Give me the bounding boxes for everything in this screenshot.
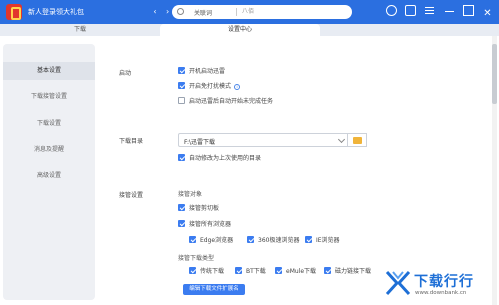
window-controls: ✕ [380,5,493,19]
chevron-down-icon[interactable] [337,135,346,144]
startup-section-label: 启动 [119,70,132,77]
search-divider [236,8,237,16]
browser-option-edge[interactable]: Edge浏览器 [189,236,233,246]
ie-label: IE浏览器 [316,237,340,244]
close-icon[interactable]: ✕ [482,9,493,20]
scrollbar-thumb[interactable] [492,44,497,104]
search-icon[interactable] [177,8,184,15]
browser-360-label: 360极速浏览器 [258,237,300,244]
download-path-select[interactable]: F:\迅雷下载 [178,133,350,147]
checkbox-ie[interactable] [305,236,312,243]
checkbox-magnet[interactable] [324,267,331,274]
type-option-magnet[interactable]: 磁力链接下载 [324,267,371,277]
startup-option-autostart[interactable]: 开机启动迅雷 [178,67,225,77]
browser-option-ie[interactable]: IE浏览器 [305,236,340,246]
checkbox-traditional[interactable] [189,267,196,274]
takeover-clipboard-option[interactable]: 接管剪切板 [178,204,219,214]
startup-option-dnd[interactable]: 开启免打扰模式 i [178,82,241,92]
nav-buttons: ‹ › [150,7,173,16]
type-option-bt[interactable]: BT下载 [235,267,266,277]
browser-option-360[interactable]: 360极速浏览器 [247,236,299,246]
checkbox-autostart[interactable] [178,67,185,74]
resume-label: 启动迅雷后自动开始未完成任务 [189,98,274,105]
watermark-title: 下载行行 [414,274,474,290]
auto-modify-dir-label: 自动修改为上次使用的目录 [189,155,262,162]
sidebar-item-notifications[interactable]: 消息及提醒 [3,141,95,159]
tab-settings-center[interactable]: 设置中心 [160,24,320,36]
bt-label: BT下载 [246,268,266,275]
takeover-all-browsers-option[interactable]: 接管所有浏览器 [178,220,231,230]
settings-sidebar: 基本设置 下载接管设置 下载设置 消息及提醒 高级设置 [3,44,95,300]
autostart-label: 开机启动迅雷 [189,68,226,75]
title-bar: 新人登录领大礼包 ‹ › 关联词 ✕ [0,0,499,24]
search-input[interactable] [242,7,342,17]
menu-icon[interactable] [424,5,435,16]
checkbox-clipboard[interactable] [178,204,185,211]
takeover-section-label: 接管设置 [119,192,144,199]
sidebar-item-basic-settings[interactable]: 基本设置 [3,62,95,80]
auto-modify-dir-option[interactable]: 自动修改为上次使用的目录 [178,154,261,164]
user-icon[interactable] [385,5,397,16]
watermark-url: www.downbank.cn [415,290,467,296]
takeover-types-heading: 接管下载类型 [178,255,215,262]
sidebar-item-advanced-settings[interactable]: 高级设置 [3,167,95,185]
app-logo-icon[interactable] [6,4,22,20]
download-dir-section-label: 下载目录 [119,138,144,145]
edge-label: Edge浏览器 [200,237,234,244]
checkbox-360[interactable] [247,236,254,243]
startup-option-resume[interactable]: 启动迅雷后自动开始未完成任务 [178,97,273,107]
search-box[interactable]: 关联词 [172,5,352,19]
tab-bar: 下载 设置中心 [0,24,499,36]
info-icon[interactable]: i [234,84,241,90]
type-option-traditional[interactable]: 传统下载 [189,267,224,277]
box-icon[interactable] [405,5,417,16]
download-path-value: F:\迅雷下载 [184,139,216,146]
dnd-label: 开启免打扰模式 [189,83,232,90]
clipboard-label: 接管剪切板 [189,205,220,212]
promo-title[interactable]: 新人登录领大礼包 [28,7,84,17]
traditional-label: 传统下载 [200,268,225,275]
watermark-logo-icon [385,270,411,296]
checkbox-edge[interactable] [189,236,196,243]
folder-icon [353,137,362,144]
settings-content: 启动 开机启动迅雷 开启免打扰模式 i 启动迅雷后自动开始未完成任务 下载目录 F… [95,36,490,305]
site-watermark: 下载行行 www.downbank.cn [384,267,499,305]
content-scrollbar[interactable] [492,36,497,305]
checkbox-bt[interactable] [235,267,242,274]
minimize-icon[interactable] [444,5,455,16]
checkbox-auto-modify-dir[interactable] [178,154,185,161]
maximize-icon[interactable] [462,5,474,16]
takeover-objects-heading: 接管对象 [178,191,203,198]
magnet-label: 磁力链接下载 [335,268,372,275]
edit-extensions-button[interactable]: 编辑下载文件扩展名 [183,284,245,295]
type-option-emule[interactable]: eMule下载 [275,267,316,277]
back-arrow-icon[interactable]: ‹ [150,7,160,16]
browse-folder-button[interactable] [347,133,367,147]
checkbox-all-browsers[interactable] [178,220,185,227]
search-scope-label[interactable]: 关联词 [194,8,212,17]
emule-label: eMule下载 [286,268,317,275]
sidebar-item-takeover-settings[interactable]: 下载接管设置 [3,88,95,106]
sidebar-item-download-settings[interactable]: 下载设置 [3,115,95,133]
checkbox-dnd[interactable] [178,82,185,89]
all-browsers-label: 接管所有浏览器 [189,221,232,228]
checkbox-resume[interactable] [178,97,185,104]
checkbox-emule[interactable] [275,267,282,274]
tab-download[interactable]: 下载 [0,24,160,36]
